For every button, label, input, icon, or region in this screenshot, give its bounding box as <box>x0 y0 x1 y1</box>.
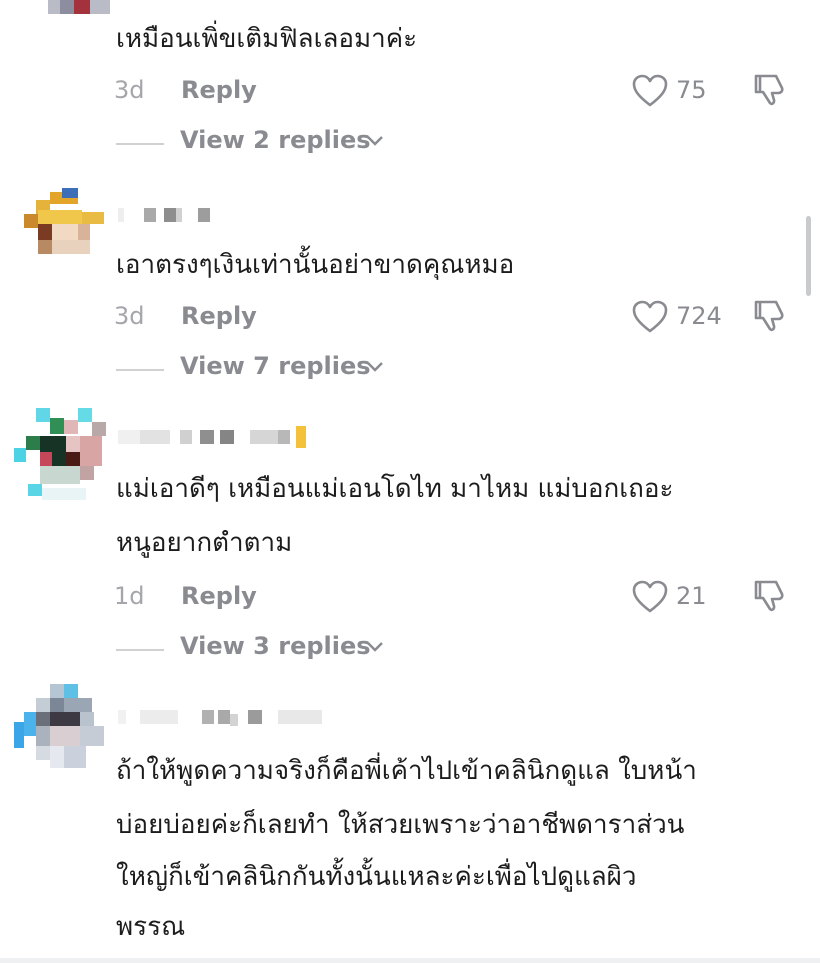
like-count: 724 <box>676 302 722 330</box>
divider <box>116 369 164 371</box>
chevron-down-icon <box>367 136 383 146</box>
view-replies-label: View 2 replies <box>180 126 371 154</box>
dislike-button[interactable] <box>752 298 792 338</box>
comment-text: บ่อยบ่อยค่ะก็เลยทำ ให้สวยเพราะว่าอาชีพดา… <box>116 810 685 840</box>
comment-text: เอาตรงๆเงินเท่านั้นอย่าขาดคุณหมอ <box>116 250 515 280</box>
scrollbar[interactable] <box>806 216 811 296</box>
divider <box>0 958 820 963</box>
chevron-down-icon <box>367 362 383 372</box>
avatar[interactable] <box>14 408 110 504</box>
like-count: 75 <box>676 76 707 104</box>
dislike-icon <box>754 74 784 106</box>
comment-text: ใหญ่ก็เข้าคลินิกกันทั้งนั้นแหละค่ะเพื่อไ… <box>116 862 637 892</box>
comment-text: เหมือนเพิ่ขเติมฟิลเลอมาค่ะ <box>116 24 418 54</box>
heart-icon <box>632 300 668 333</box>
like-button[interactable]: 75 <box>632 72 752 112</box>
view-replies-label: View 7 replies <box>180 352 371 380</box>
comment-text: แม่เอาดีๆ เหมือนแม่เอนโดไท มาไหม แม่บอกเ… <box>116 474 674 504</box>
avatar[interactable] <box>14 0 110 44</box>
comment-text: พรรณ <box>116 912 186 942</box>
divider <box>116 649 164 651</box>
reply-button[interactable]: Reply <box>181 76 257 104</box>
view-replies-label: View 3 replies <box>180 632 371 660</box>
chevron-down-icon <box>367 642 383 652</box>
dislike-icon <box>754 580 784 612</box>
comment-age: 1d <box>114 582 145 610</box>
divider <box>116 143 164 145</box>
like-button[interactable]: 21 <box>632 578 752 618</box>
heart-icon <box>632 74 668 107</box>
comment-age: 3d <box>114 302 145 330</box>
reply-button[interactable]: Reply <box>181 582 257 610</box>
dislike-button[interactable] <box>752 578 792 618</box>
comment-age: 3d <box>114 76 145 104</box>
avatar[interactable] <box>14 684 110 780</box>
heart-icon <box>632 580 668 613</box>
dislike-icon <box>754 300 784 332</box>
dislike-button[interactable] <box>752 72 792 112</box>
avatar[interactable] <box>14 188 110 284</box>
reply-button[interactable]: Reply <box>181 302 257 330</box>
comment-text: ถ้าให้พูดความจริงก็คือพี่เค้าไปเข้าคลินิ… <box>116 756 697 786</box>
like-count: 21 <box>676 582 707 610</box>
comment-text: หนูอยากตำตาม <box>116 528 293 558</box>
like-button[interactable]: 724 <box>632 298 752 338</box>
